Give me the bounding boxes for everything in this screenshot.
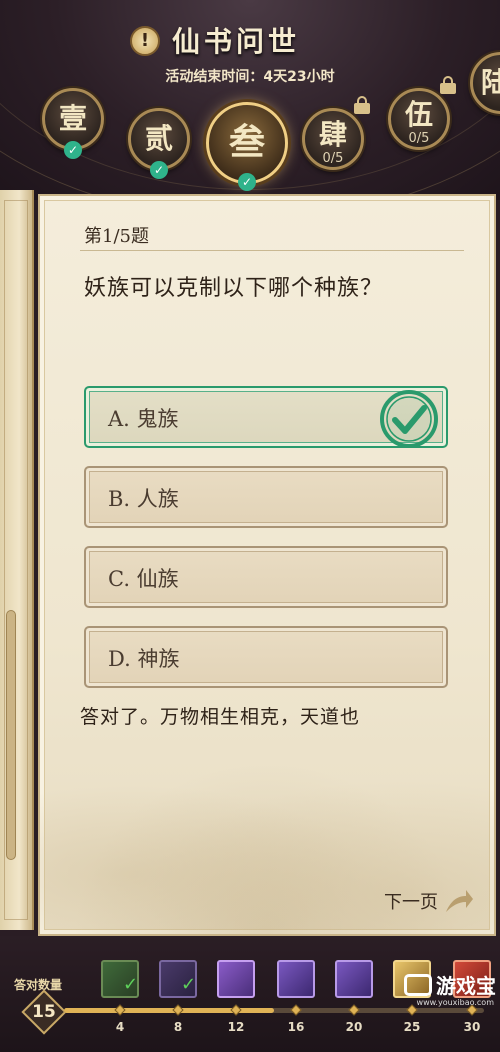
chapter-1-label: 壹	[58, 102, 87, 135]
gamepad-icon	[404, 973, 432, 996]
milestone-value: 16	[287, 1020, 305, 1034]
purple-figure-reward-icon	[277, 960, 315, 998]
page-title: 仙书问世	[172, 25, 301, 58]
option-d-button[interactable]: D. 神族	[84, 626, 448, 688]
option-b-button[interactable]: B. 人族	[84, 466, 448, 528]
question-text: 妖族可以克制以下哪个种族？	[84, 276, 384, 301]
lock-icon	[440, 76, 456, 94]
watermark-url: www.youxibao.com	[416, 998, 494, 1007]
question-number: 第1/5题	[84, 226, 149, 247]
option-d-label: D. 神族	[108, 647, 180, 671]
milestone-4[interactable]: ✓ 4	[100, 960, 140, 1034]
purple-figure-reward-icon	[335, 960, 373, 998]
purple-gift-reward-icon	[217, 960, 255, 998]
option-a-button[interactable]: A. 鬼族	[84, 386, 448, 448]
milestone-value: 30	[463, 1020, 481, 1034]
milestone-marker	[348, 1004, 360, 1016]
answered-count-label: 答对数量	[14, 978, 63, 992]
chapter-4-button[interactable]: 肆 0/5	[302, 108, 364, 170]
answer-feedback: 答对了。万物相生相克，天道也	[80, 706, 361, 728]
green-scroll-reward-icon: ✓	[101, 960, 139, 998]
chapter-6-button[interactable]: 陆	[470, 52, 500, 114]
chapter-3-label: 叁	[228, 121, 265, 163]
chapter-1-button[interactable]: 壹 ✓	[42, 88, 104, 159]
arrow-right-icon	[446, 890, 473, 912]
chapter-5-button[interactable]: 伍 0/5	[388, 88, 450, 150]
progress-fill	[64, 1008, 274, 1013]
scroll-rod-decoration	[0, 190, 34, 930]
milestone-value: 25	[403, 1020, 421, 1034]
answered-count-value: 15	[32, 1002, 56, 1022]
answered-count-badge: 15	[21, 989, 67, 1035]
chapter-3-button[interactable]: 叁 ✓	[206, 102, 288, 191]
completed-check-icon: ✓	[150, 161, 168, 179]
option-b-label: B. 人族	[108, 487, 179, 511]
activity-header: ! 仙书问世 活动结束时间：4天23小时 壹 ✓ 贰 ✓ 叁 ✓ 肆 0/5 伍…	[0, 0, 500, 200]
purple-scroll-reward-icon: ✓	[159, 960, 197, 998]
completed-check-icon: ✓	[64, 141, 82, 159]
milestone-12[interactable]: 12	[216, 960, 256, 1034]
chapter-2-button[interactable]: 贰 ✓	[128, 108, 190, 179]
milestone-marker	[290, 1004, 302, 1016]
claimed-check-icon: ✓	[123, 974, 139, 995]
claimed-check-icon: ✓	[181, 974, 197, 995]
chapter-2-label: 贰	[144, 122, 173, 155]
correct-check-icon	[380, 390, 438, 448]
divider	[80, 250, 464, 251]
info-icon[interactable]: !	[130, 26, 160, 56]
chapter-4-progress: 0/5	[322, 151, 344, 166]
completed-check-icon: ✓	[238, 173, 256, 191]
lock-icon	[354, 96, 370, 114]
chapter-5-progress: 0/5	[408, 131, 430, 146]
option-c-label: C. 仙族	[108, 567, 179, 591]
milestone-20[interactable]: 20	[334, 960, 374, 1034]
milestone-16[interactable]: 16	[276, 960, 316, 1034]
milestone-marker	[172, 1004, 184, 1016]
option-c-button[interactable]: C. 仙族	[84, 546, 448, 608]
watermark-text: 游戏宝	[436, 974, 496, 998]
scroll-handle	[6, 610, 16, 860]
next-page-button[interactable]: 下一页	[384, 888, 474, 914]
next-page-label: 下一页	[384, 892, 438, 913]
question-card: 第1/5题 妖族可以克制以下哪个种族？ A. 鬼族 B. 人族 C. 仙族 D.…	[38, 194, 496, 936]
milestone-marker	[114, 1004, 126, 1016]
milestone-value: 20	[345, 1020, 363, 1034]
chapter-6-label: 陆	[481, 66, 500, 99]
milestone-value: 4	[115, 1020, 125, 1034]
option-a-label: A. 鬼族	[108, 407, 179, 431]
reward-progress-bar: 答对数量 15 ✓ 4 ✓ 8 12 16 20 25 30 游戏宝 www.y…	[0, 936, 500, 1052]
activity-end-time: 活动结束时间：4天23小时	[165, 69, 335, 85]
watermark-logo: 游戏宝	[404, 970, 496, 999]
progress-track	[64, 1008, 484, 1013]
milestone-marker	[230, 1004, 242, 1016]
milestone-value: 8	[173, 1020, 183, 1034]
milestone-8[interactable]: ✓ 8	[158, 960, 198, 1034]
milestone-value: 12	[227, 1020, 245, 1034]
